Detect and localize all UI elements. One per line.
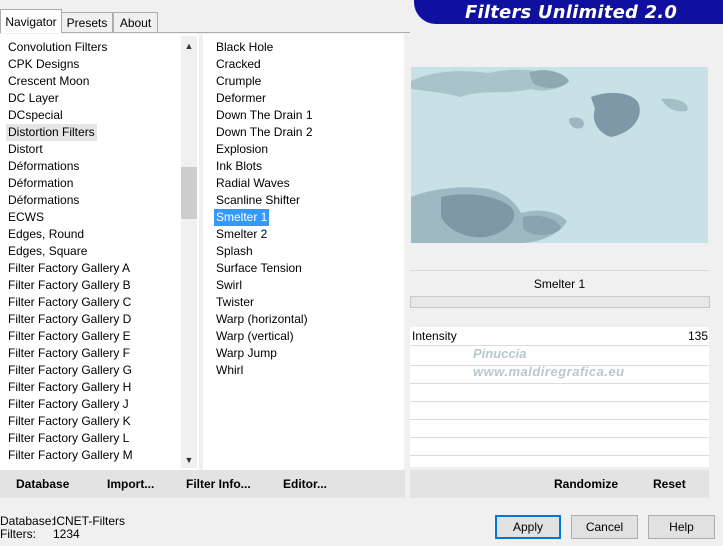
filters-label: Filters: <box>0 527 36 541</box>
tab-navigator[interactable]: Navigator <box>0 9 62 33</box>
category-item[interactable]: Filter Factory Gallery G <box>6 362 134 379</box>
category-scrollbar[interactable] <box>181 36 197 468</box>
filter-item[interactable]: Twister <box>214 294 256 311</box>
watermark-url: www.maldiregrafica.eu <box>473 364 625 379</box>
cancel-button[interactable]: Cancel <box>571 515 638 539</box>
category-list[interactable]: Convolution Filters CPK Designs Crescent M… <box>0 34 199 470</box>
category-item[interactable]: Convolution Filters <box>6 39 109 56</box>
filters-count: 1234 <box>53 527 80 541</box>
scroll-up-icon[interactable]: ▲ <box>181 38 197 54</box>
category-item[interactable]: DC Layer <box>6 90 61 107</box>
import-button[interactable]: Import... <box>107 477 154 491</box>
filter-item[interactable]: Scanline Shifter <box>214 192 302 209</box>
category-item[interactable]: Distort <box>6 141 45 158</box>
filter-item[interactable]: Ink Blots <box>214 158 264 175</box>
category-item[interactable]: Déformations <box>6 192 81 209</box>
category-item[interactable]: Filter Factory Gallery F <box>6 345 132 362</box>
filter-item[interactable]: Cracked <box>214 56 263 73</box>
category-item[interactable]: Edges, Square <box>6 243 89 260</box>
category-item[interactable]: ECWS <box>6 209 46 226</box>
category-item[interactable]: Filter Factory Gallery K <box>6 413 133 430</box>
parameter-panel <box>410 327 709 467</box>
filter-item[interactable]: Smelter 1 <box>214 209 270 226</box>
filter-item[interactable]: Warp Jump <box>214 345 279 362</box>
category-item[interactable]: Filter Factory Gallery C <box>6 294 133 311</box>
filter-item[interactable]: Explosion <box>214 141 270 158</box>
tab-presets[interactable]: Presets <box>61 12 113 32</box>
category-item[interactable]: Edges, Round <box>6 226 86 243</box>
tab-about[interactable]: About <box>113 12 158 32</box>
database-value: ICNET-Filters <box>53 514 125 528</box>
filter-name-label: Smelter 1 <box>410 270 709 297</box>
category-item[interactable]: Déformations <box>6 158 81 175</box>
filter-item[interactable]: Whirl <box>214 362 245 379</box>
filter-item[interactable]: Warp (horizontal) <box>214 311 310 328</box>
filter-item[interactable]: Smelter 2 <box>214 226 269 243</box>
filter-item[interactable]: Down The Drain 2 <box>214 124 315 141</box>
category-item[interactable]: DCspecial <box>6 107 65 124</box>
intensity-label: Intensity <box>412 329 457 343</box>
scroll-down-icon[interactable]: ▼ <box>181 452 197 468</box>
filter-item[interactable]: Radial Waves <box>214 175 292 192</box>
category-item[interactable]: Filter Factory Gallery B <box>6 277 133 294</box>
database-label: Database: <box>0 514 55 528</box>
watermark-name: Pinuccia <box>473 346 527 361</box>
intensity-value[interactable]: 135 <box>688 329 708 343</box>
filter-item[interactable]: Warp (vertical) <box>214 328 296 345</box>
category-item[interactable]: Filter Factory Gallery M <box>6 447 135 464</box>
app-title: Filters Unlimited 2.0 <box>465 2 678 23</box>
filter-item[interactable]: Crumple <box>214 73 263 90</box>
category-item[interactable]: Filter Factory Gallery H <box>6 379 133 396</box>
filter-item[interactable]: Black Hole <box>214 39 275 56</box>
category-item[interactable]: Distortion Filters <box>6 124 97 141</box>
filter-info-button[interactable]: Filter Info... <box>186 477 251 491</box>
category-item[interactable]: Déformation <box>6 175 75 192</box>
category-item[interactable]: Filter Factory Gallery D <box>6 311 133 328</box>
category-item[interactable]: Filter Factory Gallery E <box>6 328 133 345</box>
category-item[interactable]: Filter Factory Gallery J <box>6 396 131 413</box>
preview-image <box>411 67 708 243</box>
category-item[interactable]: CPK Designs <box>6 56 81 73</box>
help-button[interactable]: Help <box>648 515 715 539</box>
filter-list[interactable]: Black Hole Cracked Crumple Deformer Down The… <box>203 34 404 470</box>
randomize-button[interactable]: Randomize <box>554 477 618 491</box>
reset-button[interactable]: Reset <box>653 477 686 491</box>
database-button[interactable]: Database <box>16 477 69 491</box>
category-item[interactable]: Filter Factory Gallery A <box>6 260 132 277</box>
filter-item[interactable]: Surface Tension <box>214 260 304 277</box>
filter-item[interactable]: Splash <box>214 243 255 260</box>
editor-button[interactable]: Editor... <box>283 477 327 491</box>
scroll-thumb[interactable] <box>181 167 197 219</box>
filter-item[interactable]: Down The Drain 1 <box>214 107 315 124</box>
apply-button[interactable]: Apply <box>495 515 561 539</box>
category-item[interactable]: Filter Factory Gallery L <box>6 430 131 447</box>
filter-item[interactable]: Swirl <box>214 277 244 294</box>
category-item[interactable]: Crescent Moon <box>6 73 91 90</box>
filter-item[interactable]: Deformer <box>214 90 268 107</box>
intensity-slider[interactable] <box>410 296 710 308</box>
